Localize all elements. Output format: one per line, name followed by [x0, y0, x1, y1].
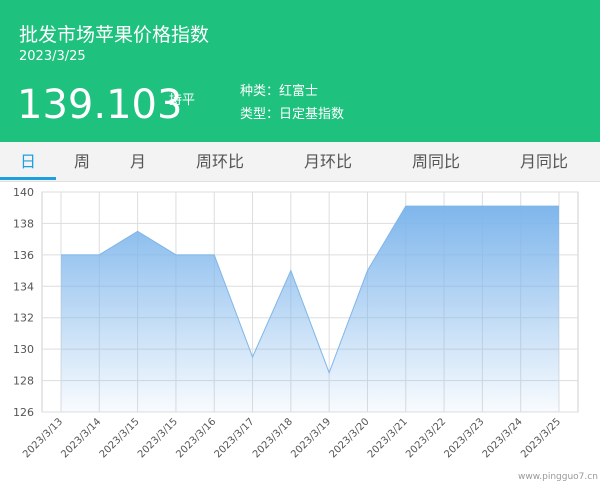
- y-tick-label: 134: [13, 280, 34, 293]
- x-tick-label: 2023/3/14: [59, 416, 103, 460]
- x-tick-label: 2023/3/16: [174, 416, 218, 460]
- x-tick-label: 2023/3/13: [21, 416, 65, 460]
- x-tick-label: 2023/3/20: [328, 416, 372, 460]
- y-axis-ticks: 126 128 130 132 134 136 138 140: [13, 186, 34, 419]
- variety-label: 种类：红富士: [240, 84, 319, 99]
- tab-month-year-on-year[interactable]: 月同比: [520, 142, 568, 182]
- x-tick-label: 2023/3/24: [481, 416, 525, 460]
- x-tick-label: 2023/3/15: [98, 416, 142, 460]
- y-tick-label: 132: [13, 312, 34, 325]
- trend-label: 持平: [169, 93, 196, 108]
- tab-week-year-on-year[interactable]: 周同比: [412, 142, 460, 182]
- tab-month-on-month[interactable]: 月环比: [304, 142, 352, 182]
- y-tick-label: 126: [13, 406, 34, 419]
- x-tick-label: 2023/3/22: [404, 416, 448, 460]
- x-tick-label: 2023/3/18: [251, 416, 295, 460]
- index-value: 139.103: [17, 82, 183, 128]
- x-tick-label: 2023/3/17: [213, 416, 257, 460]
- price-chart: 126128130132134136138140 2023/3/132023/3…: [13, 186, 579, 460]
- tab-week[interactable]: 周: [74, 142, 90, 182]
- y-tick-label: 140: [13, 186, 34, 199]
- x-tick-label: 2023/3/25: [519, 416, 563, 460]
- y-tick-label: 130: [13, 343, 34, 356]
- tab-month[interactable]: 月: [130, 142, 146, 182]
- x-tick-label: 2023/3/19: [289, 416, 333, 460]
- y-tick-label: 138: [13, 217, 34, 230]
- x-axis-ticks: 2023/3/132023/3/142023/3/152023/3/152023…: [21, 416, 563, 460]
- x-tick-label: 2023/3/21: [366, 416, 410, 460]
- date-label: 2023/3/25: [19, 49, 86, 64]
- watermark: www.pingguo7.cn: [518, 472, 598, 482]
- x-tick-label: 2023/3/15: [136, 416, 180, 460]
- price-header: 批发市场苹果价格指数 2023/3/25 139.103 持平 种类：红富士 类…: [0, 0, 600, 142]
- page-title: 批发市场苹果价格指数: [19, 24, 210, 46]
- period-tabs: 日 周 月 周环比 月环比 周同比 月同比: [0, 142, 600, 182]
- index-type-label: 类型：日定基指数: [240, 107, 345, 122]
- y-tick-label: 136: [13, 249, 34, 262]
- tab-week-on-week[interactable]: 周环比: [196, 142, 244, 182]
- x-tick-label: 2023/3/23: [442, 416, 486, 460]
- tab-day[interactable]: 日: [20, 142, 36, 182]
- y-tick-label: 128: [13, 375, 34, 388]
